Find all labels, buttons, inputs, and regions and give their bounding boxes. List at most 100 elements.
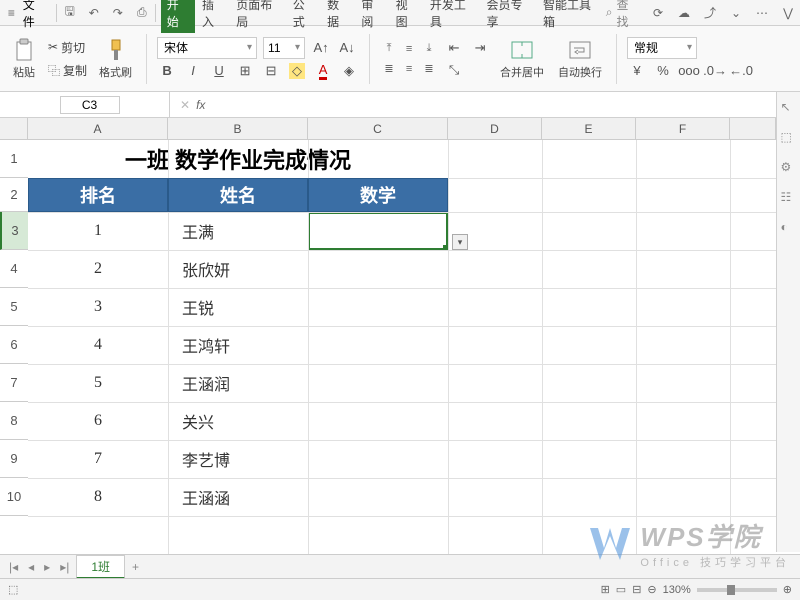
font-size-select[interactable]: 11: [263, 37, 305, 59]
cut-button[interactable]: ✂剪切: [46, 37, 89, 58]
settings-icon[interactable]: ⚙: [781, 160, 797, 176]
zoom-out-icon[interactable]: ⊖: [647, 583, 656, 596]
underline-button[interactable]: U: [209, 61, 229, 81]
cell-rank-3[interactable]: 4: [28, 326, 168, 364]
row-header-2[interactable]: 2: [0, 178, 28, 212]
clear-format-button[interactable]: ◈: [339, 61, 359, 81]
share-icon[interactable]: ⤴: [702, 5, 718, 21]
file-menu[interactable]: ≡ 文件: [4, 0, 51, 30]
tab-review[interactable]: 审阅: [356, 0, 388, 33]
cell-name-1[interactable]: 张欣妍: [168, 250, 308, 288]
row-header-8[interactable]: 8: [0, 402, 28, 440]
comma-button[interactable]: ооо: [679, 61, 699, 81]
add-sheet-button[interactable]: +: [129, 560, 142, 574]
cell-name-7[interactable]: 王涵涵: [168, 478, 308, 516]
merge-center-button[interactable]: 合并居中: [496, 36, 548, 82]
cell-name-2[interactable]: 王锐: [168, 288, 308, 326]
help-icon[interactable]: ◐: [781, 220, 797, 236]
zoom-slider[interactable]: [697, 588, 777, 592]
view-break-icon[interactable]: ⊟: [632, 583, 641, 596]
cell-name-4[interactable]: 王涵润: [168, 364, 308, 402]
sheet-prev-icon[interactable]: ◂: [25, 560, 37, 574]
cell-rank-1[interactable]: 2: [28, 250, 168, 288]
more-icon[interactable]: ⋯: [754, 5, 770, 21]
sheet-first-icon[interactable]: |◂: [6, 560, 21, 574]
minimize-icon[interactable]: ⋁: [780, 5, 796, 21]
align-top-icon[interactable]: ⤒: [380, 40, 398, 58]
wrap-text-button[interactable]: 自动换行: [554, 36, 606, 82]
print-icon[interactable]: ⎙: [134, 5, 150, 21]
font-color-button[interactable]: A: [313, 61, 333, 81]
zoom-value[interactable]: 130%: [663, 584, 691, 596]
tab-member[interactable]: 会员专享: [481, 0, 536, 33]
align-left-icon[interactable]: ≣: [380, 60, 398, 78]
select-all-corner[interactable]: [0, 118, 28, 140]
align-right-icon[interactable]: ≣: [420, 60, 438, 78]
align-middle-icon[interactable]: ≡: [400, 40, 418, 58]
number-format-select[interactable]: 常规: [627, 37, 697, 59]
row-header-7[interactable]: 7: [0, 364, 28, 402]
sync-icon[interactable]: ⟳: [650, 5, 666, 21]
decimal-inc-icon[interactable]: .0→: [705, 61, 725, 81]
name-box[interactable]: C3: [0, 92, 170, 117]
tab-layout[interactable]: 页面布局: [231, 0, 286, 33]
decrease-font-icon[interactable]: A↓: [337, 38, 357, 58]
collapse-icon[interactable]: ⌄: [728, 5, 744, 21]
cell-rank-5[interactable]: 6: [28, 402, 168, 440]
tab-home[interactable]: 开始: [161, 0, 195, 33]
zoom-in-icon[interactable]: ⊕: [783, 583, 792, 596]
decimal-dec-icon[interactable]: ←.0: [731, 61, 751, 81]
row-header-5[interactable]: 5: [0, 288, 28, 326]
row-header-4[interactable]: 4: [0, 250, 28, 288]
undo-icon[interactable]: ↶: [86, 5, 102, 21]
percent-button[interactable]: %: [653, 61, 673, 81]
paste-button[interactable]: 粘贴: [8, 36, 40, 82]
cells[interactable]: 一班 数学作业完成情况 ▾ 排名姓名数学1王满2张欣妍3王锐4王鸿轩5王涵润6关…: [28, 118, 776, 578]
select-icon[interactable]: ⬚: [781, 130, 797, 146]
align-center-icon[interactable]: ≡: [400, 60, 418, 78]
increase-font-icon[interactable]: A↑: [311, 38, 331, 58]
border-button[interactable]: ⊞: [235, 61, 255, 81]
row-header-9[interactable]: 9: [0, 440, 28, 478]
tab-insert[interactable]: 插入: [197, 0, 229, 33]
search-box[interactable]: ⌕ 查找: [606, 0, 638, 30]
view-normal-icon[interactable]: ⊞: [601, 583, 610, 596]
row-header-3[interactable]: 3: [0, 212, 28, 250]
orientation-icon[interactable]: ⤡: [444, 60, 464, 80]
view-page-icon[interactable]: ▭: [616, 583, 626, 596]
tab-tools[interactable]: 智能工具箱: [538, 0, 604, 33]
cell-rank-0[interactable]: 1: [28, 212, 168, 250]
sheet-last-icon[interactable]: ▸|: [57, 560, 72, 574]
bold-button[interactable]: B: [157, 61, 177, 81]
cell-name-6[interactable]: 李艺博: [168, 440, 308, 478]
redo-icon[interactable]: ↷: [110, 5, 126, 21]
font-name-select[interactable]: 宋体: [157, 37, 257, 59]
fx-icon[interactable]: fx: [196, 98, 205, 112]
row-header-6[interactable]: 6: [0, 326, 28, 364]
pinyin-button[interactable]: ⊟: [261, 61, 281, 81]
sheet-tab-1[interactable]: 1班: [76, 555, 125, 579]
cell-rank-4[interactable]: 5: [28, 364, 168, 402]
fill-color-button[interactable]: ◇: [287, 61, 307, 81]
cell-name-0[interactable]: 王满: [168, 212, 308, 250]
properties-icon[interactable]: ☷: [781, 190, 797, 206]
sheet-next-icon[interactable]: ▸: [41, 560, 53, 574]
align-bottom-icon[interactable]: ⤓: [420, 40, 438, 58]
row-header-1[interactable]: 1: [0, 140, 28, 178]
currency-button[interactable]: ¥: [627, 61, 647, 81]
cursor-icon[interactable]: ↖: [781, 100, 797, 116]
cell-name-5[interactable]: 关兴: [168, 402, 308, 440]
tab-data[interactable]: 数据: [322, 0, 354, 33]
cell-name-3[interactable]: 王鸿轩: [168, 326, 308, 364]
indent-left-icon[interactable]: ⇤: [444, 38, 464, 58]
cell-rank-7[interactable]: 8: [28, 478, 168, 516]
tab-view[interactable]: 视图: [391, 0, 423, 33]
cell-rank-6[interactable]: 7: [28, 440, 168, 478]
save-icon[interactable]: 🖫: [62, 5, 78, 21]
tab-formula[interactable]: 公式: [288, 0, 320, 33]
italic-button[interactable]: I: [183, 61, 203, 81]
cloud-icon[interactable]: ☁: [676, 5, 692, 21]
tab-dev[interactable]: 开发工具: [425, 0, 480, 33]
data-validation-dropdown-icon[interactable]: ▾: [452, 234, 468, 250]
cancel-icon[interactable]: ✕: [180, 98, 190, 112]
